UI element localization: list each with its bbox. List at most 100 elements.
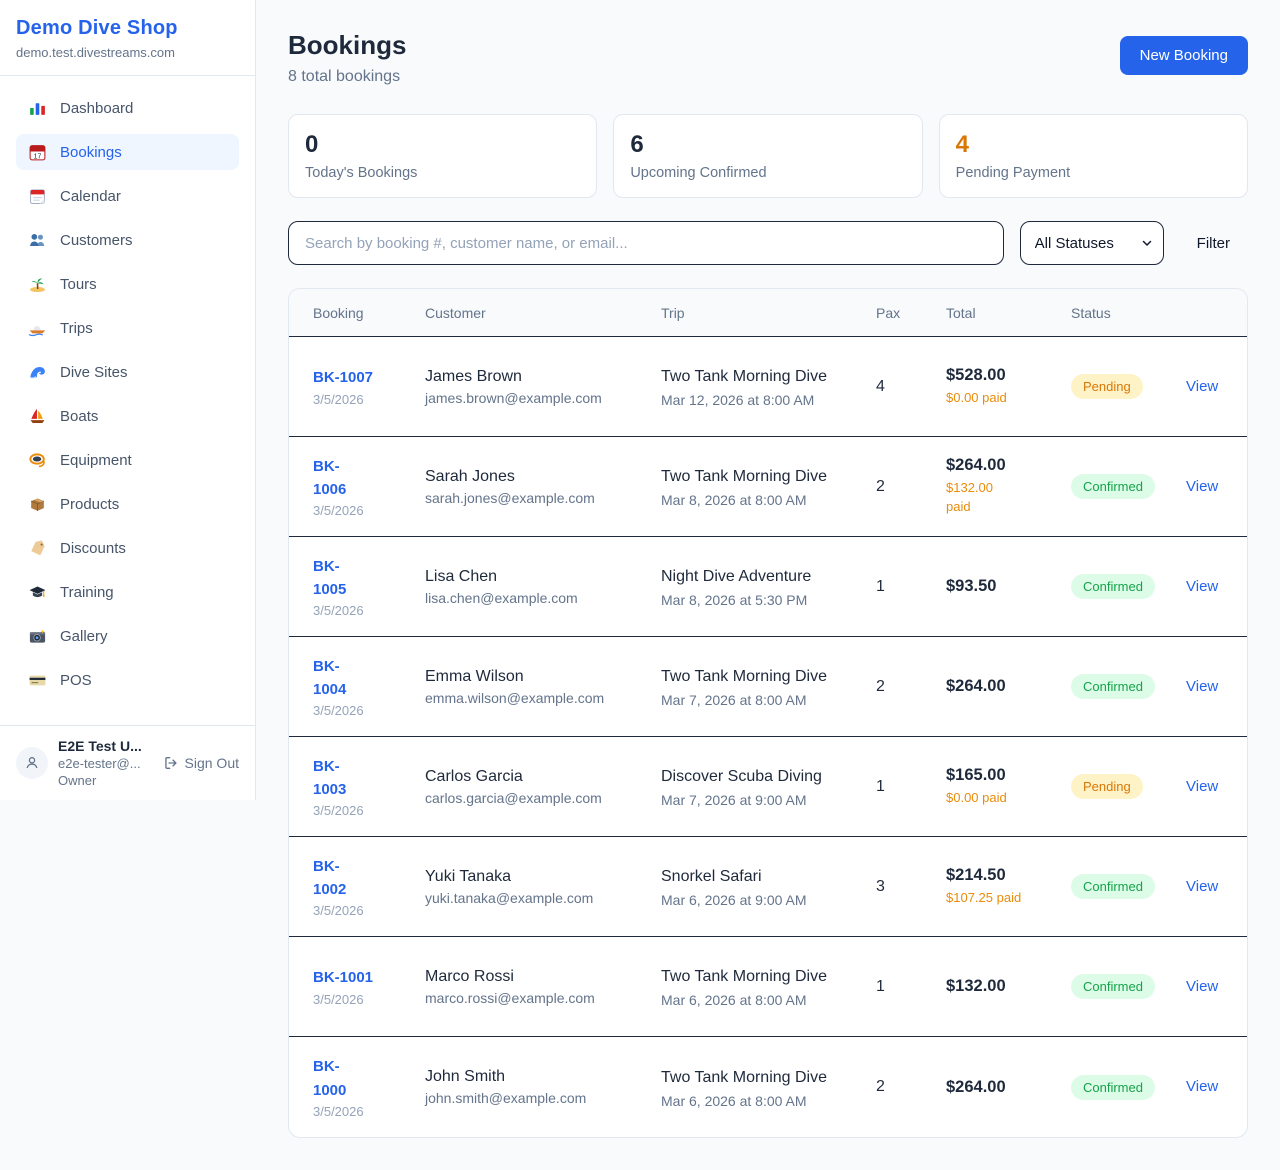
sidebar-user-footer: E2E Test U... e2e-tester@... Owner Sign … <box>0 725 255 800</box>
booking-id-link[interactable]: BK-1004 <box>313 655 351 702</box>
page-title: Bookings <box>288 30 406 61</box>
view-link[interactable]: View <box>1186 378 1218 395</box>
sidebar-item-products[interactable]: Products <box>16 486 239 522</box>
customer-cell: Yuki Tanaka yuki.tanaka@example.com <box>425 868 661 906</box>
sidebar-item-dive-sites[interactable]: Dive Sites <box>16 354 239 390</box>
sidebar-item-discounts[interactable]: Discounts <box>16 530 239 566</box>
pax-cell: 1 <box>876 978 946 996</box>
page-header: Bookings 8 total bookings New Booking <box>288 30 1248 86</box>
status-select-wrap: All Statuses <box>1020 221 1164 265</box>
filter-button[interactable]: Filter <box>1197 235 1230 252</box>
customer-email: marco.rossi@example.com <box>425 990 661 1006</box>
trip-cell: Night Dive Adventure Mar 8, 2026 at 5:30… <box>661 565 876 608</box>
sidebar-item-bookings[interactable]: 17 Bookings <box>16 134 239 170</box>
dashboard-icon <box>28 99 47 118</box>
table-row: BK-1002 3/5/2026 Yuki Tanaka yuki.tanaka… <box>289 837 1247 937</box>
column-header-trip: Trip <box>661 305 876 321</box>
view-link[interactable]: View <box>1186 578 1218 595</box>
sidebar-item-tours[interactable]: Tours <box>16 266 239 302</box>
view-link[interactable]: View <box>1186 778 1218 795</box>
bookings-table: BookingCustomerTripPaxTotalStatus BK-100… <box>288 288 1248 1138</box>
gallery-icon <box>28 627 47 646</box>
new-booking-button[interactable]: New Booking <box>1120 36 1248 75</box>
user-meta: E2E Test U... e2e-tester@... Owner <box>58 738 142 788</box>
table-row: BK-1001 3/5/2026 Marco Rossi marco.rossi… <box>289 937 1247 1037</box>
column-header-booking: Booking <box>313 305 425 321</box>
customer-name: Sarah Jones <box>425 468 661 486</box>
booking-cell: BK-1001 3/5/2026 <box>313 966 425 1006</box>
booking-id-link[interactable]: BK-1005 <box>313 555 351 602</box>
sidebar-item-boats[interactable]: Boats <box>16 398 239 434</box>
booking-cell: BK-1000 3/5/2026 <box>313 1055 425 1119</box>
sidebar-item-label: Equipment <box>60 452 132 469</box>
view-cell: View <box>1186 1078 1223 1096</box>
sidebar-item-dashboard[interactable]: Dashboard <box>16 90 239 126</box>
pax-cell: 2 <box>876 678 946 696</box>
sidebar-item-label: Dive Sites <box>60 364 128 381</box>
avatar <box>16 747 48 779</box>
view-link[interactable]: View <box>1186 478 1218 495</box>
status-badge: Confirmed <box>1071 574 1155 599</box>
table-row: BK-1004 3/5/2026 Emma Wilson emma.wilson… <box>289 637 1247 737</box>
booking-id-link[interactable]: BK-1006 <box>313 455 351 502</box>
sidebar-item-pos[interactable]: POS <box>16 662 239 698</box>
trip-name: Night Dive Adventure <box>661 565 829 589</box>
status-cell: Confirmed <box>1071 674 1186 699</box>
sidebar-item-calendar[interactable]: Calendar <box>16 178 239 214</box>
search-input[interactable] <box>288 221 1004 265</box>
trip-name: Two Tank Morning Dive <box>661 665 829 689</box>
booking-date: 3/5/2026 <box>313 903 425 918</box>
equipment-icon <box>28 451 47 470</box>
column-header-total: Total <box>946 305 1071 321</box>
customer-name: James Brown <box>425 368 661 386</box>
trip-cell: Two Tank Morning Dive Mar 12, 2026 at 8:… <box>661 365 876 408</box>
booking-id-link[interactable]: BK-1000 <box>313 1055 351 1102</box>
sidebar-item-label: Products <box>60 496 119 513</box>
view-cell: View <box>1186 878 1223 896</box>
booking-id-link[interactable]: BK-1001 <box>313 966 373 989</box>
status-cell: Confirmed <box>1071 1075 1186 1100</box>
trip-name: Two Tank Morning Dive <box>661 465 829 489</box>
bookings-icon: 17 <box>28 143 47 162</box>
paid-amount: $0.00 paid <box>946 389 1071 408</box>
total-cell: $214.50 $107.25 paid <box>946 866 1071 908</box>
view-link[interactable]: View <box>1186 878 1218 895</box>
trip-name: Snorkel Safari <box>661 865 829 889</box>
sidebar-item-gallery[interactable]: Gallery <box>16 618 239 654</box>
view-link[interactable]: View <box>1186 1078 1218 1095</box>
customer-cell: Marco Rossi marco.rossi@example.com <box>425 968 661 1006</box>
sidebar-item-label: Gallery <box>60 628 108 645</box>
customer-cell: John Smith john.smith@example.com <box>425 1068 661 1106</box>
trip-name: Discover Scuba Diving <box>661 765 829 789</box>
total-cell: $264.00 <box>946 1078 1071 1097</box>
trip-name: Two Tank Morning Dive <box>661 365 829 389</box>
booking-id-link[interactable]: BK-1003 <box>313 755 351 802</box>
customer-cell: Sarah Jones sarah.jones@example.com <box>425 468 661 506</box>
trip-date: Mar 8, 2026 at 8:00 AM <box>661 492 876 508</box>
customers-icon <box>28 231 47 250</box>
total-cell: $93.50 <box>946 577 1071 596</box>
trip-date: Mar 7, 2026 at 9:00 AM <box>661 792 876 808</box>
sidebar-item-trips[interactable]: Trips <box>16 310 239 346</box>
sign-out-button[interactable]: Sign Out <box>163 755 239 771</box>
sidebar-item-training[interactable]: Training <box>16 574 239 610</box>
sidebar-item-label: Trips <box>60 320 93 337</box>
view-cell: View <box>1186 578 1223 596</box>
sidebar-item-equipment[interactable]: Equipment <box>16 442 239 478</box>
sidebar-item-label: Calendar <box>60 188 121 205</box>
status-filter-select[interactable]: All Statuses <box>1020 221 1164 265</box>
customer-email: yuki.tanaka@example.com <box>425 890 661 906</box>
trip-name: Two Tank Morning Dive <box>661 1066 829 1090</box>
total-amount: $264.00 <box>946 1078 1071 1097</box>
booking-id-link[interactable]: BK-1002 <box>313 855 351 902</box>
booking-id-link[interactable]: BK-1007 <box>313 366 373 389</box>
view-link[interactable]: View <box>1186 678 1218 695</box>
booking-date: 3/5/2026 <box>313 992 425 1007</box>
trip-cell: Two Tank Morning Dive Mar 6, 2026 at 8:0… <box>661 965 876 1008</box>
sidebar-item-customers[interactable]: Customers <box>16 222 239 258</box>
user-name: E2E Test U... <box>58 738 142 754</box>
stat-label: Pending Payment <box>956 165 1231 181</box>
view-link[interactable]: View <box>1186 978 1218 995</box>
total-cell: $264.00 <box>946 677 1071 696</box>
tours-icon <box>28 275 47 294</box>
